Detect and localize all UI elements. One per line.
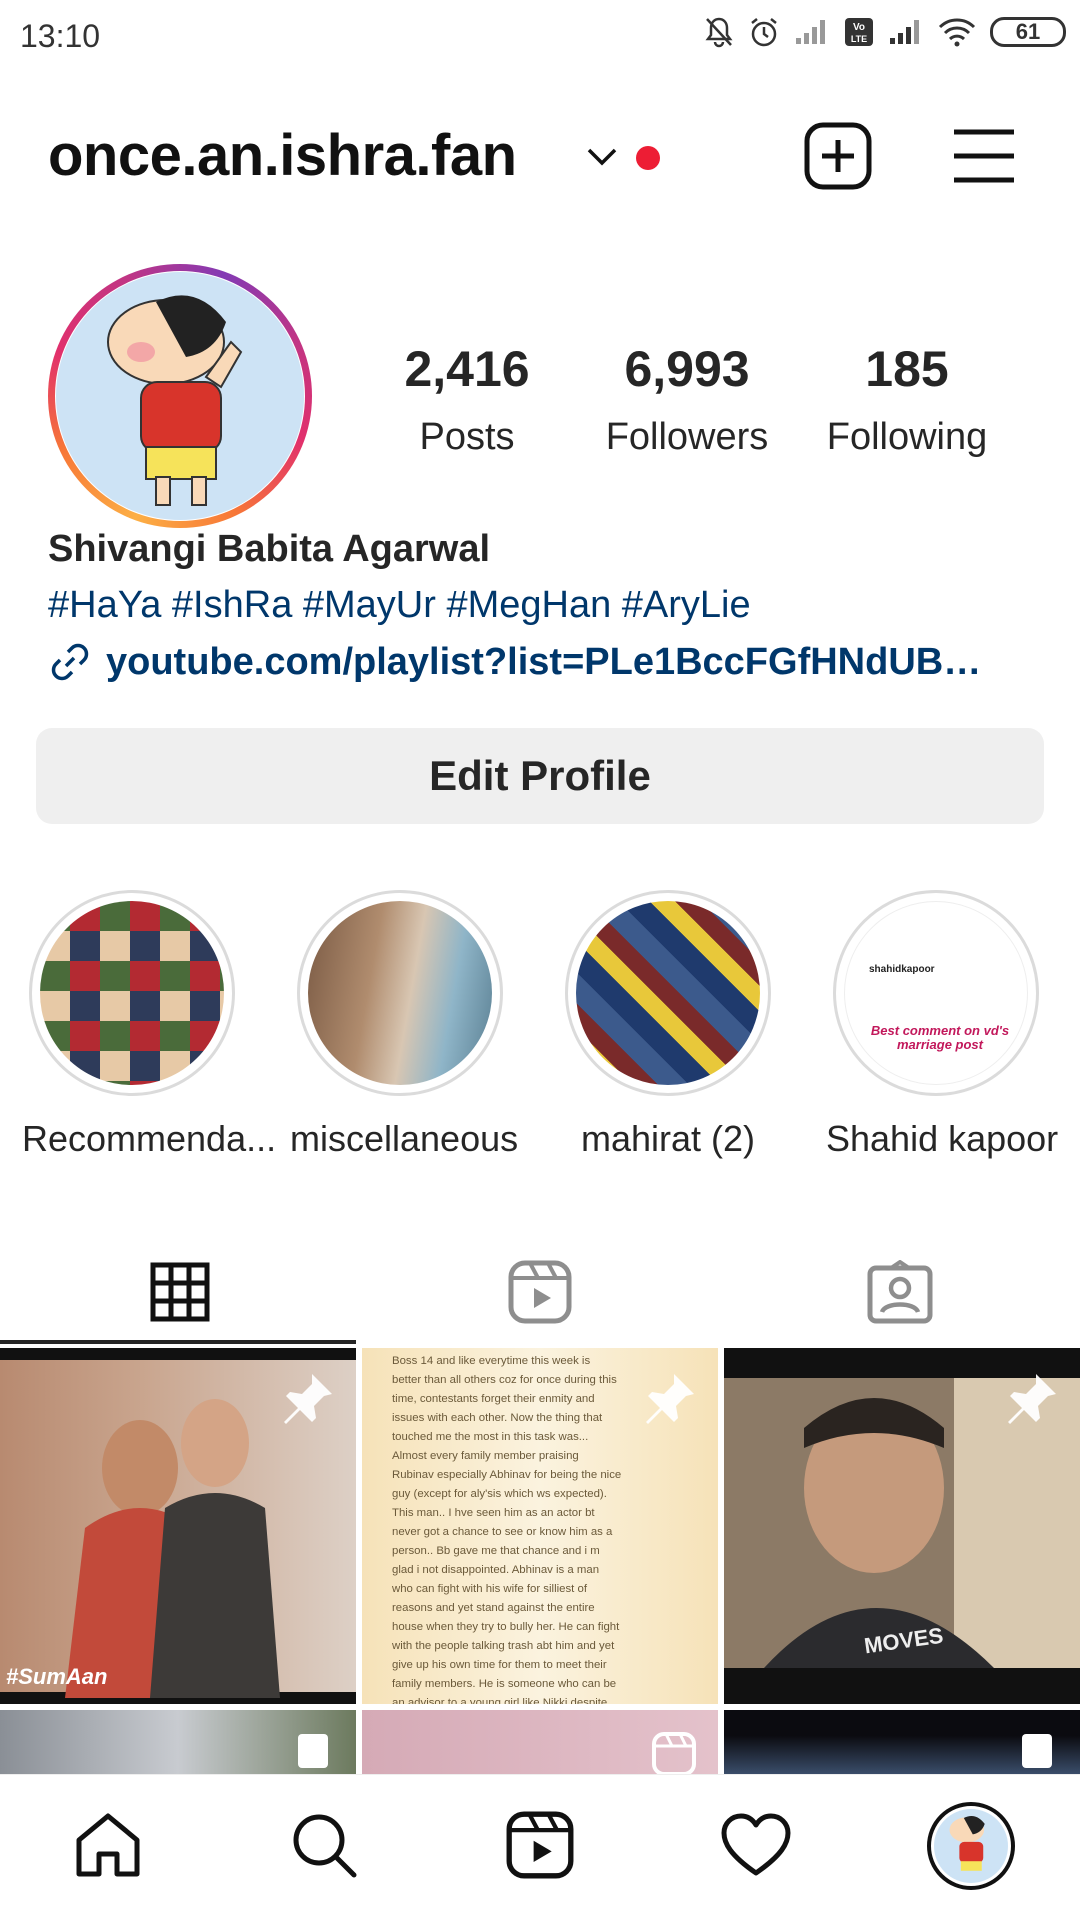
nav-activity[interactable] xyxy=(716,1805,796,1885)
highlight-mahirat[interactable]: mahirat (2) xyxy=(558,890,778,1160)
highlight-caption: Best comment on vd's marriage post xyxy=(870,1023,1010,1052)
highlight-cover xyxy=(308,901,492,1085)
pin-icon xyxy=(1008,1374,1056,1424)
battery-icon: 61 xyxy=(990,17,1066,47)
post-caption: #SumAan xyxy=(6,1664,108,1689)
multi-post-icon xyxy=(1022,1734,1052,1768)
home-icon xyxy=(76,1813,140,1877)
highlight-label: Shahid kapoor xyxy=(826,1118,1059,1159)
post-text-line: family members. He is someone who can be xyxy=(392,1678,617,1690)
post-text-line: an advisor to a young girl like Nikki de… xyxy=(392,1697,608,1704)
nav-profile[interactable] xyxy=(926,1801,1016,1891)
profile-header: once.an.ishra.fan xyxy=(0,110,1080,200)
highlight-cover xyxy=(40,901,224,1085)
reels-icon xyxy=(508,1260,572,1324)
notification-dot xyxy=(636,146,660,170)
alarm-icon xyxy=(751,18,777,47)
bio-hashtags[interactable]: #HaYa #IshRa #MayUr #MegHan #AryLie xyxy=(48,584,751,627)
status-icons: Vo LTE 61 xyxy=(704,16,1066,48)
link-icon xyxy=(51,643,89,681)
status-bar: 13:10 Vo LTE 61 xyxy=(0,0,1080,74)
post-text-line: Almost every family member praising xyxy=(392,1450,579,1462)
post-tile[interactable]: #SumAan xyxy=(0,1348,356,1704)
signal-icon xyxy=(890,20,919,44)
followers-count: 6,993 xyxy=(624,341,750,397)
post-text-line: person.. Bb gave me that chance and i m xyxy=(392,1545,600,1557)
comment-username: shahidkapoor xyxy=(869,964,935,975)
post-tile[interactable] xyxy=(362,1710,718,1774)
highlight-recommendations[interactable]: Recommenda... xyxy=(22,890,277,1160)
post-text-line: with the people talking trash abt him an… xyxy=(392,1640,615,1652)
pin-icon xyxy=(646,1374,694,1424)
search-icon xyxy=(293,1814,357,1878)
followers-label: Followers xyxy=(605,416,769,458)
post-tile[interactable] xyxy=(0,1710,356,1774)
signal-icon xyxy=(796,20,825,44)
highlight-shahid-kapoor[interactable]: shahidkapoor Best comment on vd's marria… xyxy=(826,890,1059,1160)
post-text-line: Boss 14 and like everytime this week is xyxy=(392,1355,591,1367)
post-text-line: house when they try to bully her. He can… xyxy=(392,1621,620,1633)
post-text-line: give up his own time for them to meet th… xyxy=(392,1659,607,1671)
grid-icon xyxy=(150,1262,210,1322)
stat-posts[interactable]: 2,416 Posts xyxy=(372,340,562,459)
menu-icon[interactable] xyxy=(952,128,1016,184)
mute-icon xyxy=(705,17,733,48)
post-tile[interactable]: Boss 14 and like everytime this week is b… xyxy=(362,1348,718,1704)
posts-label: Posts xyxy=(419,416,515,458)
post-tile[interactable] xyxy=(724,1710,1080,1774)
following-count: 185 xyxy=(865,341,949,397)
post-text-line: never got a chance to see or know him as… xyxy=(392,1526,613,1538)
avatar-image xyxy=(56,272,304,520)
highlight-cover xyxy=(576,901,760,1085)
highlight-cover: shahidkapoor Best comment on vd's marria… xyxy=(844,901,1028,1085)
highlight-miscellaneous[interactable]: miscellaneous xyxy=(290,890,519,1160)
stat-following[interactable]: 185 Following xyxy=(812,340,1002,459)
post-text-line: guy (except for aly'sis which ws expecte… xyxy=(392,1488,607,1500)
following-label: Following xyxy=(826,416,988,458)
active-tab-indicator xyxy=(0,1340,356,1344)
tab-grid[interactable] xyxy=(0,1240,360,1344)
edit-profile-button[interactable]: Edit Profile xyxy=(36,728,1044,824)
chevron-down-icon[interactable] xyxy=(586,146,618,168)
highlight-label: miscellaneous xyxy=(290,1118,519,1159)
status-time: 13:10 xyxy=(20,18,101,54)
post-text-line: touched me the most in this task was... xyxy=(392,1431,589,1443)
bottom-navigation xyxy=(0,1774,1080,1920)
nav-home[interactable] xyxy=(68,1805,148,1885)
reels-icon xyxy=(506,1811,574,1879)
reel-post-icon xyxy=(652,1732,696,1774)
profile-avatar xyxy=(927,1802,1015,1890)
highlight-label: mahirat (2) xyxy=(580,1118,756,1159)
activity-icon xyxy=(721,1813,791,1876)
post-tile[interactable]: MOVES xyxy=(724,1348,1080,1704)
username[interactable]: once.an.ishra.fan xyxy=(48,122,517,189)
tab-tagged[interactable] xyxy=(720,1240,1080,1344)
svg-text:Vo: Vo xyxy=(853,22,865,33)
multi-post-icon xyxy=(298,1734,328,1768)
highlight-label: Recommenda... xyxy=(22,1118,277,1159)
profile-avatar[interactable] xyxy=(48,264,312,528)
full-name: Shivangi Babita Agarwal xyxy=(48,528,491,570)
post-text-line: glad i not disappointed. Abhinav is a ma… xyxy=(392,1564,600,1576)
post-text-line: This man.. I hve seen him as an actor bt xyxy=(392,1507,595,1519)
bio-link[interactable]: youtube.com/playlist?list=PLe1BccFGfHNdU… xyxy=(48,640,981,684)
volte-icon: VoLTE xyxy=(845,18,873,46)
nav-search[interactable] xyxy=(284,1805,364,1885)
new-post-icon[interactable] xyxy=(804,122,872,190)
wifi-icon xyxy=(938,18,976,47)
svg-text:LTE: LTE xyxy=(851,34,867,44)
posts-count: 2,416 xyxy=(404,341,530,397)
post-text-line: reasons and yet stand against the entire xyxy=(392,1602,595,1614)
stat-followers[interactable]: 6,993 Followers xyxy=(592,340,782,459)
tagged-icon xyxy=(867,1260,933,1324)
tab-reels[interactable] xyxy=(360,1240,720,1344)
post-text-line: Rubinav especially Abhinav for being the… xyxy=(392,1469,622,1481)
pin-icon xyxy=(284,1374,332,1424)
bio-link-text: youtube.com/playlist?list=PLe1BccFGfHNdU… xyxy=(106,640,982,683)
battery-level: 61 xyxy=(1015,19,1041,44)
post-text-line: who can fight with his wife for silliest… xyxy=(392,1583,587,1595)
nav-reels[interactable] xyxy=(500,1805,580,1885)
